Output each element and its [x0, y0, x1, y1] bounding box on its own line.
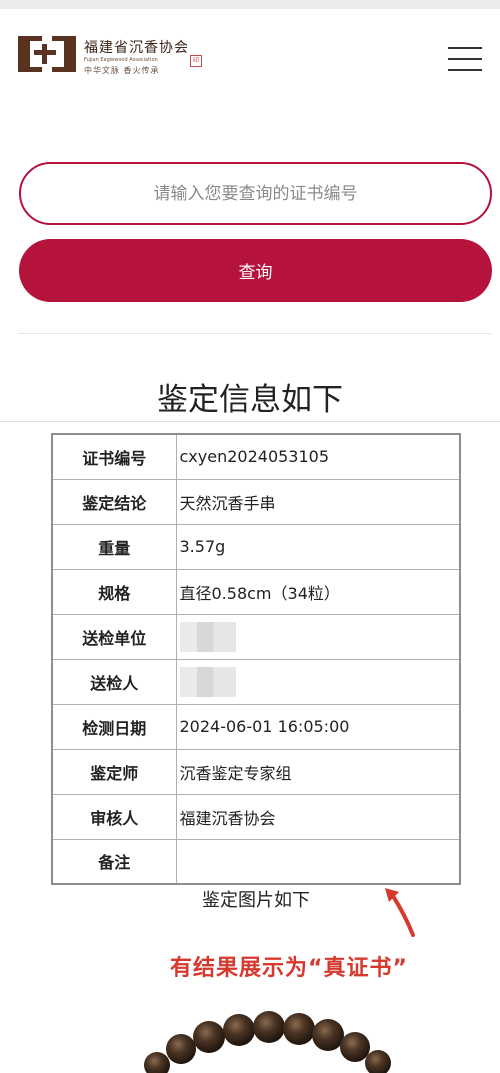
- certificate-info-table: 证书编号 cxyen2024053105 鉴定结论 天然沉香手串 重量 3.57…: [51, 433, 461, 885]
- annotation-note: 有结果展示为“真证书”: [170, 956, 408, 981]
- row-label: 送检人: [51, 658, 177, 705]
- row-label: 审核人: [51, 793, 177, 840]
- row-label: 鉴定师: [51, 748, 177, 795]
- organization-name: 福建省沉香协会: [84, 40, 189, 56]
- table-row: 重量 3.57g: [51, 523, 461, 570]
- table-row: 审核人 福建沉香协会: [51, 793, 461, 840]
- redacted-blur: [179, 621, 236, 652]
- arrow-up-icon: [385, 888, 415, 937]
- table-row: 证书编号 cxyen2024053105: [51, 433, 461, 480]
- certificate-search-input[interactable]: [19, 162, 492, 225]
- table-row: 备注: [51, 838, 461, 885]
- hamburger-menu-icon[interactable]: [448, 47, 482, 71]
- row-value: 天然沉香手串: [175, 478, 461, 525]
- query-button[interactable]: 查询: [19, 239, 492, 302]
- table-row: 检测日期 2024-06-01 16:05:00: [51, 703, 461, 750]
- row-label: 证书编号: [51, 433, 177, 480]
- table-row: 送检单位: [51, 613, 461, 660]
- row-value: cxyen2024053105: [175, 433, 461, 480]
- row-value: 福建沉香协会: [175, 793, 461, 840]
- table-row: 送检人: [51, 658, 461, 705]
- result-title: 鉴定信息如下: [157, 382, 343, 418]
- bracelet-photo: [144, 1011, 391, 1073]
- divider: [18, 333, 492, 334]
- header: 福建省沉香协会 Fujian Eaglewood Association 中华文…: [0, 9, 500, 89]
- row-value: [175, 838, 461, 885]
- table-row: 规格 直径0.58cm（34粒）: [51, 568, 461, 615]
- organization-name-english: Fujian Eaglewood Association: [84, 57, 158, 63]
- row-label: 鉴定结论: [51, 478, 177, 525]
- row-label: 送检单位: [51, 613, 177, 660]
- status-strip: [0, 0, 500, 9]
- seal-stamp: 印: [190, 55, 202, 67]
- row-value: 3.57g: [175, 523, 461, 570]
- organization-slogan: 中华文脉 香火传承: [84, 66, 160, 75]
- row-label: 备注: [51, 838, 177, 885]
- row-label: 重量: [51, 523, 177, 570]
- row-label: 检测日期: [51, 703, 177, 750]
- row-value-redacted: [175, 613, 461, 660]
- row-value: 沉香鉴定专家组: [175, 748, 461, 795]
- redacted-blur: [179, 666, 236, 697]
- table-row: 鉴定结论 天然沉香手串: [51, 478, 461, 525]
- row-value: 2024-06-01 16:05:00: [175, 703, 461, 750]
- divider: [0, 421, 500, 422]
- photo-section-title: 鉴定图片如下: [202, 890, 310, 911]
- table-row: 鉴定师 沉香鉴定专家组: [51, 748, 461, 795]
- row-value-redacted: [175, 658, 461, 705]
- association-logo[interactable]: [18, 36, 76, 72]
- seal-character: 印: [192, 57, 199, 64]
- row-value: 直径0.58cm（34粒）: [175, 568, 461, 615]
- row-label: 规格: [51, 568, 177, 615]
